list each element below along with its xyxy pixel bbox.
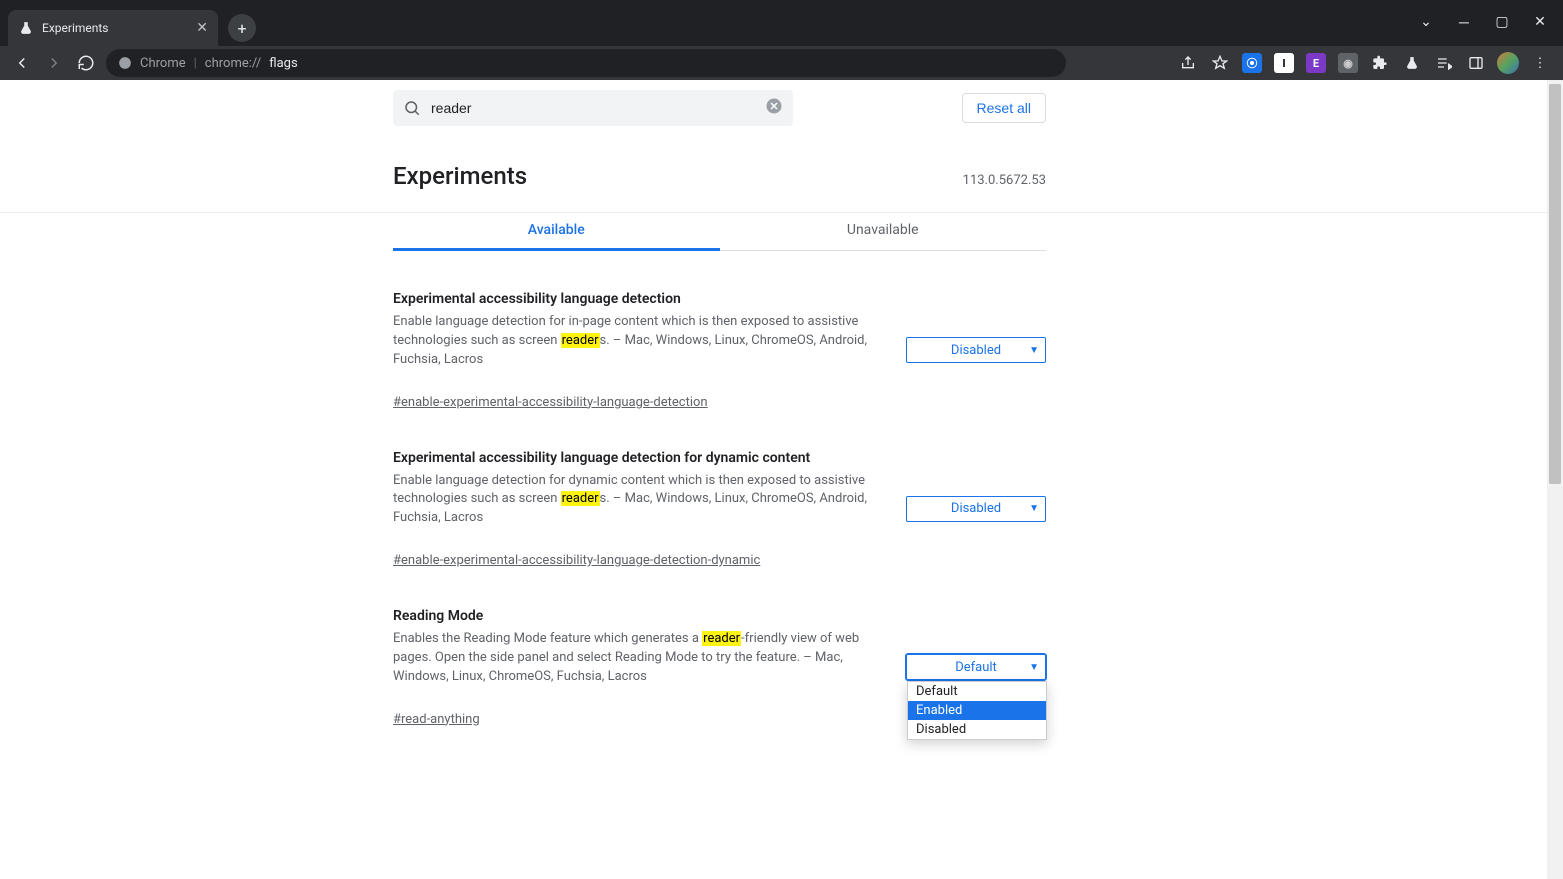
- extensions-puzzle-icon[interactable]: [1367, 50, 1393, 76]
- url-chip: Chrome: [140, 56, 186, 71]
- reload-icon[interactable]: [74, 51, 98, 75]
- extension-icon[interactable]: ◉: [1335, 50, 1361, 76]
- extension-icon[interactable]: I: [1271, 50, 1297, 76]
- chrome-icon: [118, 56, 132, 70]
- flag-description: Enable language detection for in-page co…: [393, 313, 883, 370]
- page-content: Reset all Experiments 113.0.5672.53 Avai…: [0, 80, 1563, 879]
- reset-all-button[interactable]: Reset all: [962, 93, 1046, 123]
- search-box[interactable]: [393, 90, 793, 126]
- browser-tab[interactable]: Experiments ✕: [8, 10, 218, 46]
- search-highlight: reader: [702, 631, 741, 646]
- flag-title: Experimental accessibility language dete…: [393, 450, 883, 466]
- flask-icon: [18, 20, 34, 36]
- flag-description: Enables the Reading Mode feature which g…: [393, 630, 883, 687]
- browser-toolbar: Chrome | chrome://flags ⦿ I E ◉ ⋮: [0, 46, 1563, 80]
- scrollbar-thumb[interactable]: [1549, 84, 1561, 484]
- flag-row: Experimental accessibility language dete…: [393, 450, 1046, 569]
- flag-select[interactable]: Disabled ▼: [906, 496, 1046, 522]
- search-highlight: reader: [561, 333, 600, 348]
- new-tab-button[interactable]: +: [228, 14, 256, 42]
- maximize-icon[interactable]: ▢: [1485, 8, 1519, 36]
- clear-search-icon[interactable]: [765, 97, 783, 120]
- extension-icon[interactable]: E: [1303, 50, 1329, 76]
- version-text: 113.0.5672.53: [963, 173, 1046, 188]
- extension-icon[interactable]: ⦿: [1239, 50, 1265, 76]
- flag-select[interactable]: Disabled ▼: [906, 337, 1046, 363]
- chevron-down-icon: ▼: [1029, 503, 1039, 514]
- flag-permalink[interactable]: #enable-experimental-accessibility-langu…: [393, 395, 708, 410]
- flag-permalink[interactable]: #read-anything: [393, 712, 480, 727]
- chevron-down-icon: ▼: [1029, 662, 1039, 673]
- flag-title: Experimental accessibility language dete…: [393, 291, 883, 307]
- select-option[interactable]: Disabled: [908, 720, 1046, 739]
- labs-flask-icon[interactable]: [1399, 50, 1425, 76]
- tab-available[interactable]: Available: [393, 212, 720, 251]
- flag-select-dropdown: DefaultEnabledDisabled: [907, 681, 1047, 740]
- share-icon[interactable]: [1175, 50, 1201, 76]
- flag-row: Experimental accessibility language dete…: [393, 291, 1046, 410]
- flag-title: Reading Mode: [393, 608, 883, 624]
- page-title: Experiments: [393, 162, 527, 190]
- chevron-down-icon[interactable]: ⌄: [1409, 8, 1443, 36]
- tab-unavailable[interactable]: Unavailable: [720, 212, 1047, 250]
- select-option[interactable]: Default: [908, 682, 1046, 701]
- sidepanel-icon[interactable]: [1463, 50, 1489, 76]
- search-icon: [403, 99, 421, 117]
- search-highlight: reader: [561, 491, 600, 506]
- select-option[interactable]: Enabled: [908, 701, 1046, 720]
- flag-select-value: Disabled: [951, 501, 1001, 516]
- header-divider: [0, 212, 1563, 213]
- url-path: flags: [269, 56, 297, 71]
- playlist-icon[interactable]: [1431, 50, 1457, 76]
- profile-avatar[interactable]: [1495, 50, 1521, 76]
- chevron-down-icon: ▼: [1029, 345, 1039, 356]
- flag-row: Reading Mode Enables the Reading Mode fea…: [393, 608, 1046, 727]
- browser-titlebar: Experiments ✕ + ⌄ ─ ▢ ✕: [0, 0, 1563, 46]
- back-icon[interactable]: [10, 51, 34, 75]
- url-scheme: chrome://: [205, 56, 261, 71]
- flag-permalink[interactable]: #enable-experimental-accessibility-langu…: [393, 553, 760, 568]
- close-window-icon[interactable]: ✕: [1523, 8, 1557, 36]
- flag-select-value: Default: [955, 660, 997, 675]
- flag-select-value: Disabled: [951, 343, 1001, 358]
- flag-description: Enable language detection for dynamic co…: [393, 472, 883, 529]
- search-input[interactable]: [431, 100, 755, 116]
- flag-select[interactable]: Default▼DefaultEnabledDisabled: [906, 654, 1046, 680]
- minimize-icon[interactable]: ─: [1447, 8, 1481, 36]
- toolbar-right: ⦿ I E ◉ ⋮: [1175, 50, 1553, 76]
- tabs: Available Unavailable: [393, 212, 1046, 251]
- forward-icon[interactable]: [42, 51, 66, 75]
- close-tab-icon[interactable]: ✕: [196, 20, 208, 36]
- kebab-menu-icon[interactable]: ⋮: [1527, 50, 1553, 76]
- address-bar[interactable]: Chrome | chrome://flags: [106, 49, 1066, 77]
- bookmark-star-icon[interactable]: [1207, 50, 1233, 76]
- tab-title: Experiments: [42, 21, 109, 35]
